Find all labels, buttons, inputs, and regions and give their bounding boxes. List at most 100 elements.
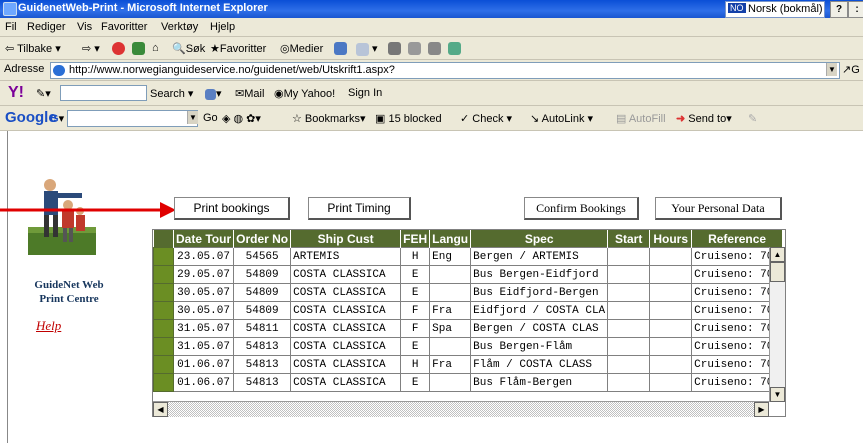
edit-icon[interactable]: [408, 42, 421, 55]
header-hours[interactable]: Hours: [649, 230, 693, 248]
header-order-no[interactable]: Order No: [233, 230, 292, 248]
table-cell[interactable]: Bus Flåm-Bergen: [470, 373, 609, 392]
table-row[interactable]: 01.06.07 54813 COSTA CLASSICA E Bus Flåm-Ber…: [153, 373, 783, 392]
table-row[interactable]: 23.05.07 54565 ARTEMIS H Eng Bergen / ARTEMIS…: [153, 247, 783, 266]
header-feh[interactable]: FEH: [400, 230, 431, 248]
table-cell[interactable]: 54811: [233, 319, 292, 338]
table-cell[interactable]: 31.05.07: [172, 337, 235, 356]
table-cell[interactable]: 54565: [233, 247, 292, 266]
table-cell[interactable]: Eidfjord / COSTA CLA: [470, 301, 609, 320]
help-link[interactable]: Help: [36, 318, 61, 334]
help-icon[interactable]: ?: [830, 1, 848, 18]
yahoo-signin-button[interactable]: Sign In: [348, 87, 382, 99]
table-cell[interactable]: [607, 265, 651, 284]
yahoo-search-button[interactable]: Search ▾: [150, 87, 193, 100]
table-row[interactable]: 30.05.07 54809 COSTA CLASSICA F Fra Eidfjord …: [153, 301, 783, 320]
popup-blocked-button[interactable]: ▣ 15 blocked: [375, 112, 442, 125]
table-cell[interactable]: [607, 301, 651, 320]
scroll-down-icon[interactable]: ▼: [770, 387, 785, 402]
header-ship-cust[interactable]: Ship Cust: [290, 230, 402, 248]
yahoo-search-input[interactable]: [60, 85, 147, 101]
table-cell[interactable]: 30.05.07: [172, 301, 235, 320]
google-go-button[interactable]: Go: [203, 112, 218, 124]
table-cell[interactable]: F: [400, 319, 431, 338]
discuss-icon[interactable]: [428, 42, 441, 55]
table-cell[interactable]: [649, 373, 693, 392]
autofill-button[interactable]: ▤ AutoFill: [616, 112, 666, 125]
yahoo-menu-icon[interactable]: ▾: [205, 87, 222, 100]
table-cell[interactable]: Bergen / ARTEMIS: [470, 247, 609, 266]
scroll-left-icon[interactable]: ◀: [153, 402, 168, 417]
language-indicator[interactable]: NO Norsk (bokmål): [725, 1, 825, 18]
table-cell[interactable]: [607, 283, 651, 302]
table-cell[interactable]: [649, 265, 693, 284]
table-cell[interactable]: E: [400, 283, 431, 302]
table-cell[interactable]: 01.06.07: [172, 355, 235, 374]
back-button[interactable]: ⇦ Tilbake ▾: [5, 42, 61, 55]
table-cell[interactable]: 30.05.07: [172, 283, 235, 302]
table-cell[interactable]: [607, 373, 651, 392]
address-input[interactable]: http://www.norwegianguideservice.no/guid…: [50, 62, 840, 79]
messenger-icon[interactable]: [448, 42, 461, 55]
menu-hjelp[interactable]: Hjelp: [210, 21, 235, 33]
row-selector[interactable]: [153, 373, 174, 392]
table-cell[interactable]: H: [400, 247, 431, 266]
table-cell[interactable]: E: [400, 373, 431, 392]
table-cell[interactable]: [429, 373, 472, 392]
menu-fil[interactable]: Fil: [5, 21, 17, 33]
table-cell[interactable]: COSTA CLASSICA: [290, 265, 402, 284]
table-cell[interactable]: 54809: [233, 283, 292, 302]
table-cell[interactable]: 54809: [233, 265, 292, 284]
table-cell[interactable]: [649, 283, 693, 302]
table-cell[interactable]: 54813: [233, 337, 292, 356]
row-selector[interactable]: [153, 301, 174, 320]
table-cell[interactable]: 01.06.07: [172, 373, 235, 392]
scroll-up-icon[interactable]: ▲: [770, 247, 785, 262]
scroll-thumb[interactable]: [770, 262, 785, 282]
address-dropdown-icon[interactable]: ▼: [826, 63, 837, 76]
google-input-dropdown-icon[interactable]: ▼: [187, 111, 198, 124]
yahoo-logo[interactable]: Y!: [8, 84, 24, 102]
table-cell[interactable]: [429, 283, 472, 302]
google-logo[interactable]: Google: [5, 109, 57, 126]
mail-icon[interactable]: ▾: [356, 42, 378, 56]
table-row[interactable]: 31.05.07 54813 COSTA CLASSICA E Bus Bergen-F…: [153, 337, 783, 356]
print-bookings-button[interactable]: Print bookings: [174, 197, 290, 220]
header-language[interactable]: Langu: [429, 230, 472, 248]
table-row[interactable]: 29.05.07 54809 COSTA CLASSICA E Bus Bergen-E…: [153, 265, 783, 284]
menu-verktoy[interactable]: Verktøy: [161, 21, 198, 33]
table-cell[interactable]: Spa: [429, 319, 472, 338]
scroll-right-icon[interactable]: ▶: [754, 402, 769, 417]
table-cell[interactable]: COSTA CLASSICA: [290, 319, 402, 338]
send-to-button[interactable]: ➜ Send to▾: [676, 112, 732, 125]
table-cell[interactable]: [607, 319, 651, 338]
table-cell[interactable]: COSTA CLASSICA: [290, 373, 402, 392]
bookmarks-button[interactable]: ☆ Bookmarks▾: [292, 112, 365, 125]
forward-icon[interactable]: ⇨ ▾: [82, 42, 100, 55]
row-selector[interactable]: [153, 247, 174, 266]
table-cell[interactable]: F: [400, 301, 431, 320]
table-cell[interactable]: [649, 355, 693, 374]
table-cell[interactable]: [607, 337, 651, 356]
table-cell[interactable]: COSTA CLASSICA: [290, 355, 402, 374]
home-icon[interactable]: ⌂: [152, 42, 159, 54]
table-cell[interactable]: COSTA CLASSICA: [290, 283, 402, 302]
go-icon[interactable]: ↗G: [842, 63, 860, 76]
menu-rediger[interactable]: Rediger: [27, 21, 66, 33]
menu-vis[interactable]: Vis: [77, 21, 92, 33]
table-cell[interactable]: Bergen / COSTA CLAS: [470, 319, 609, 338]
table-row[interactable]: 31.05.07 54811 COSTA CLASSICA F Spa Bergen / …: [153, 319, 783, 338]
my-yahoo-button[interactable]: ◉My Yahoo!: [274, 87, 335, 100]
row-selector[interactable]: [153, 265, 174, 284]
table-cell[interactable]: 54813: [233, 373, 292, 392]
header-reference[interactable]: Reference: [691, 230, 783, 248]
stop-icon[interactable]: [112, 42, 125, 55]
table-cell[interactable]: [607, 247, 651, 266]
row-selector[interactable]: [153, 283, 174, 302]
table-cell[interactable]: [607, 355, 651, 374]
table-cell[interactable]: [649, 301, 693, 320]
table-cell[interactable]: Bus Bergen-Flåm: [470, 337, 609, 356]
yahoo-mail-button[interactable]: ✉Mail: [235, 87, 264, 100]
menu-favoritter[interactable]: Favoritter: [101, 21, 147, 33]
table-cell[interactable]: Flåm / COSTA CLASS: [470, 355, 609, 374]
